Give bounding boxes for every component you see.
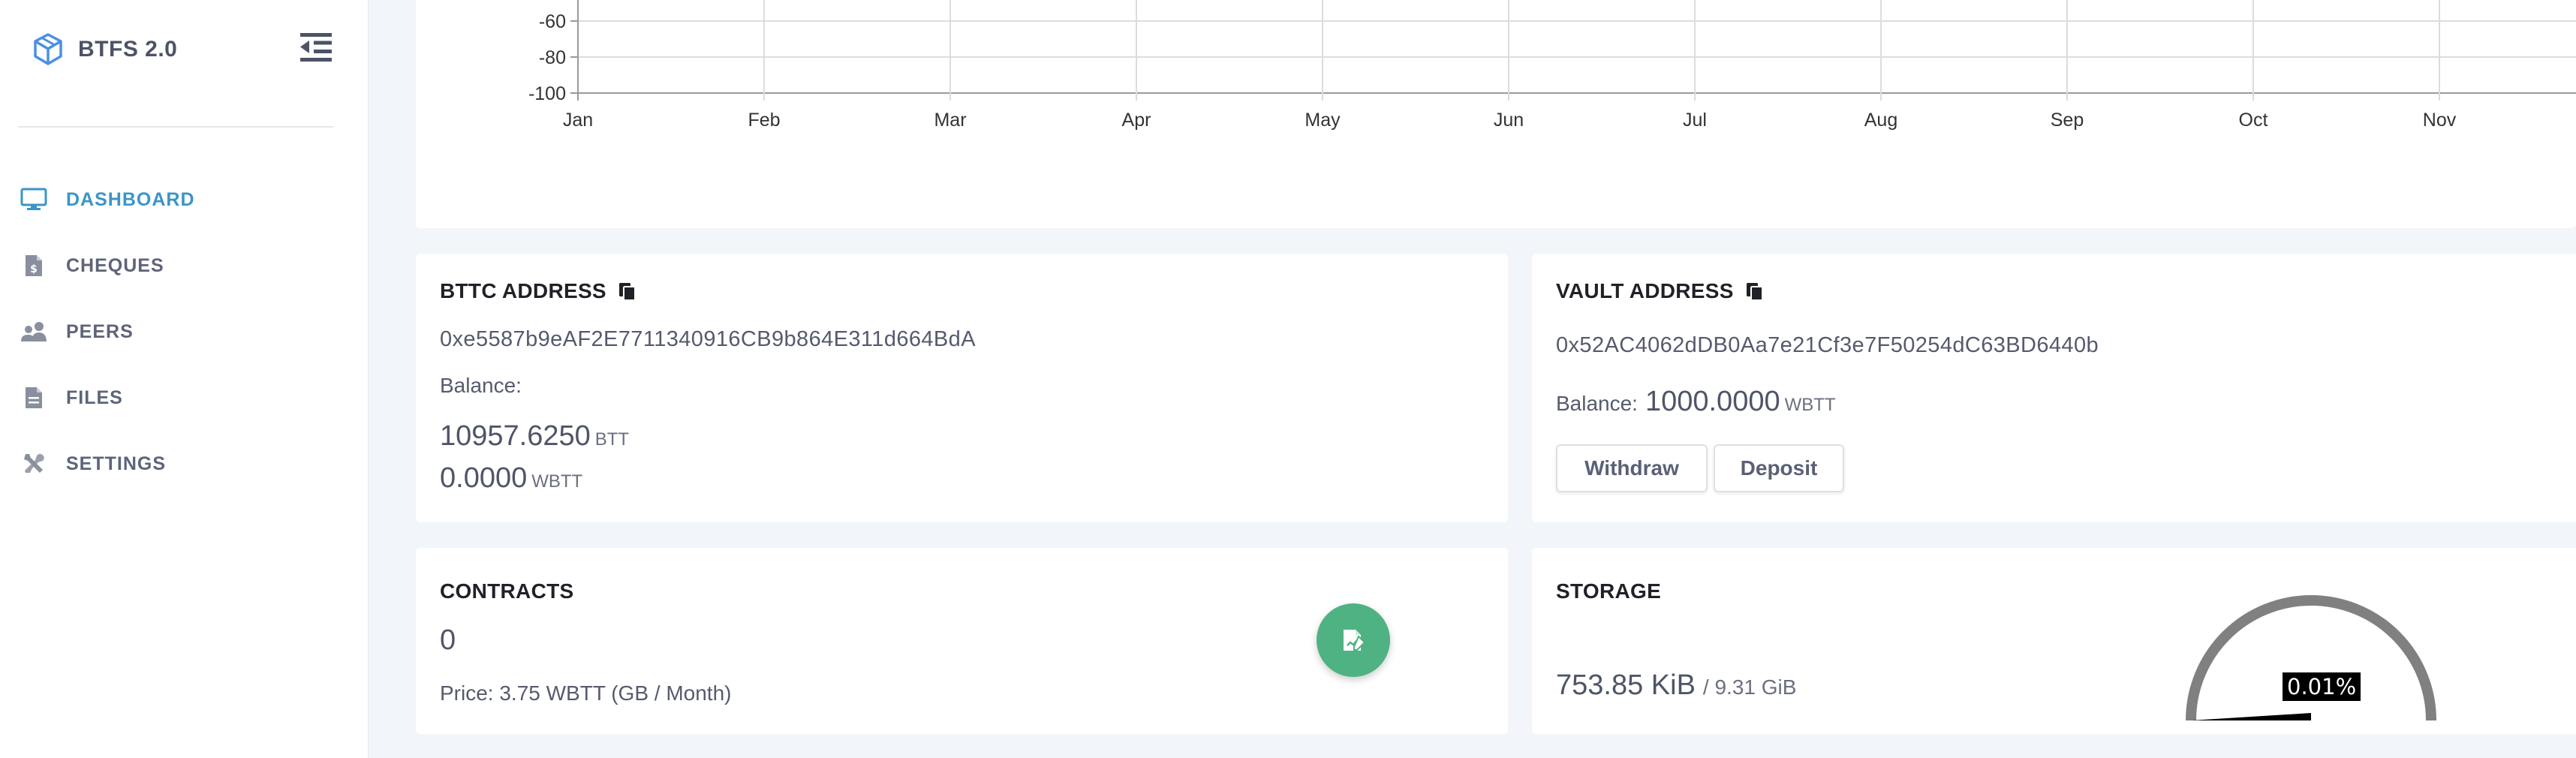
document-dollar-icon: $	[20, 251, 48, 280]
sidebar-item-label: SETTINGS	[66, 453, 167, 474]
sidebar-item-dashboard[interactable]: DASHBOARD	[0, 167, 368, 233]
bttc-btt-balance: 10957.6250 BTT	[440, 420, 629, 453]
wbtt-unit: WBTT	[531, 471, 583, 492]
chart-x-tick-label: Jan	[563, 110, 593, 131]
chart-x-tick-label: May	[1305, 110, 1341, 131]
sidebar: BTFS 2.0 DASHBOARD $ CHEQUES PEERS FILES…	[0, 0, 369, 758]
vault-title-text: VAULT ADDRESS	[1556, 279, 1734, 302]
sidebar-item-cheques[interactable]: $ CHEQUES	[0, 233, 368, 299]
chart-x-tick-label: Aug	[1864, 110, 1897, 131]
deposit-button[interactable]: Deposit	[1714, 444, 1844, 492]
chart-x-tick-label: Feb	[748, 110, 780, 131]
contracts-card: CONTRACTS 0 Price: 3.75 WBTT (GB / Month…	[416, 548, 1508, 734]
chart-x-tick-label: Sep	[2051, 110, 2084, 131]
peers-icon	[20, 317, 48, 346]
sidebar-item-label: PEERS	[66, 320, 134, 342]
bttc-title-text: BTTC ADDRESS	[440, 279, 606, 302]
sidebar-item-files[interactable]: FILES	[0, 365, 368, 431]
bttc-address[interactable]: 0xe5587b9eAF2E7711340916CB9b864E311d664B…	[440, 327, 976, 352]
sidebar-divider	[18, 126, 333, 128]
storage-card: STORAGE 753.85 KiB / 9.31 GiB 0.01%	[1532, 548, 2576, 734]
bttc-balance-label: Balance:	[440, 374, 522, 397]
storage-percent-label: 0.01%	[2283, 672, 2361, 701]
bttc-address-card: BTTC ADDRESS 0xe5587b9eAF2E7711340916CB9…	[416, 254, 1508, 522]
gauge-needle	[2191, 713, 2311, 720]
storage-title: STORAGE	[1556, 579, 1662, 603]
storage-total: / 9.31 GiB	[1702, 675, 1797, 699]
chart-x-tick-label: Nov	[2423, 110, 2457, 131]
contract-edit-icon	[1344, 630, 1366, 651]
chart-card: -60 -80 -100 Jan Feb Mar Apr May Jun Jul Aug Sep Oct…	[416, 0, 2576, 228]
monitor-icon	[20, 185, 48, 214]
chart-y-tick-label: -100	[528, 83, 566, 104]
cube-logo-icon	[34, 33, 62, 65]
vault-balance-label: Balance:	[1556, 392, 1638, 415]
file-icon	[20, 384, 48, 412]
svg-text:$: $	[30, 263, 38, 275]
brand-name: BTFS 2.0	[78, 37, 178, 62]
contracts-count: 0	[440, 624, 456, 656]
vault-title: VAULT ADDRESS	[1556, 279, 1765, 303]
chart-y-tick-label: -80	[539, 47, 566, 68]
chart-x-tick-label: Oct	[2239, 110, 2268, 131]
sidebar-item-settings[interactable]: SETTINGS	[0, 431, 368, 497]
sidebar-nav: DASHBOARD $ CHEQUES PEERS FILES SETTINGS	[0, 167, 368, 497]
btt-amount: 10957.6250	[440, 420, 591, 452]
vault-balance: Balance: 1000.0000 WBTT	[1556, 386, 1836, 418]
line-chart: -60 -80 -100 Jan Feb Mar Apr May Jun Jul Aug Sep Oct…	[528, 0, 2576, 131]
bttc-title: BTTC ADDRESS	[440, 279, 638, 303]
chart-x-tick-label: Jul	[1683, 110, 1707, 131]
vault-amount: 1000.0000	[1645, 386, 1780, 417]
storage-usage: 753.85 KiB / 9.31 GiB	[1556, 669, 1796, 702]
sidebar-item-peers[interactable]: PEERS	[0, 299, 368, 365]
chart-y-tick-label: -60	[539, 11, 566, 32]
sidebar-item-label: DASHBOARD	[66, 188, 195, 210]
btt-unit: BTT	[594, 429, 630, 450]
sidebar-item-label: CHEQUES	[66, 254, 164, 276]
withdraw-button[interactable]: Withdraw	[1556, 444, 1708, 492]
vault-unit: WBTT	[1784, 395, 1836, 415]
chart-x-tick-label: Mar	[934, 110, 966, 131]
tools-icon	[20, 450, 48, 478]
copy-icon[interactable]	[1744, 281, 1765, 302]
vault-address[interactable]: 0x52AC4062dDB0Aa7e21Cf3e7F50254dC63BD644…	[1556, 333, 2099, 358]
contracts-action-button[interactable]	[1317, 603, 1390, 677]
sidebar-item-label: FILES	[66, 387, 123, 408]
collapse-menu-icon[interactable]	[299, 30, 333, 65]
chart-x-tick-label: Jun	[1494, 110, 1524, 131]
brand[interactable]: BTFS 2.0	[30, 30, 177, 69]
main-content: -60 -80 -100 Jan Feb Mar Apr May Jun Jul Aug Sep Oct…	[368, 0, 2576, 758]
bttc-wbtt-balance: 0.0000 WBTT	[440, 462, 582, 495]
wbtt-amount: 0.0000	[440, 462, 528, 494]
copy-icon[interactable]	[617, 281, 638, 302]
chart-x-tick-label: Apr	[1122, 110, 1151, 131]
vault-address-card: VAULT ADDRESS 0x52AC4062dDB0Aa7e21Cf3e7F…	[1532, 254, 2576, 522]
contracts-title: CONTRACTS	[440, 579, 574, 603]
contracts-price: Price: 3.75 WBTT (GB / Month)	[440, 681, 732, 705]
storage-used: 753.85 KiB	[1556, 669, 1696, 701]
